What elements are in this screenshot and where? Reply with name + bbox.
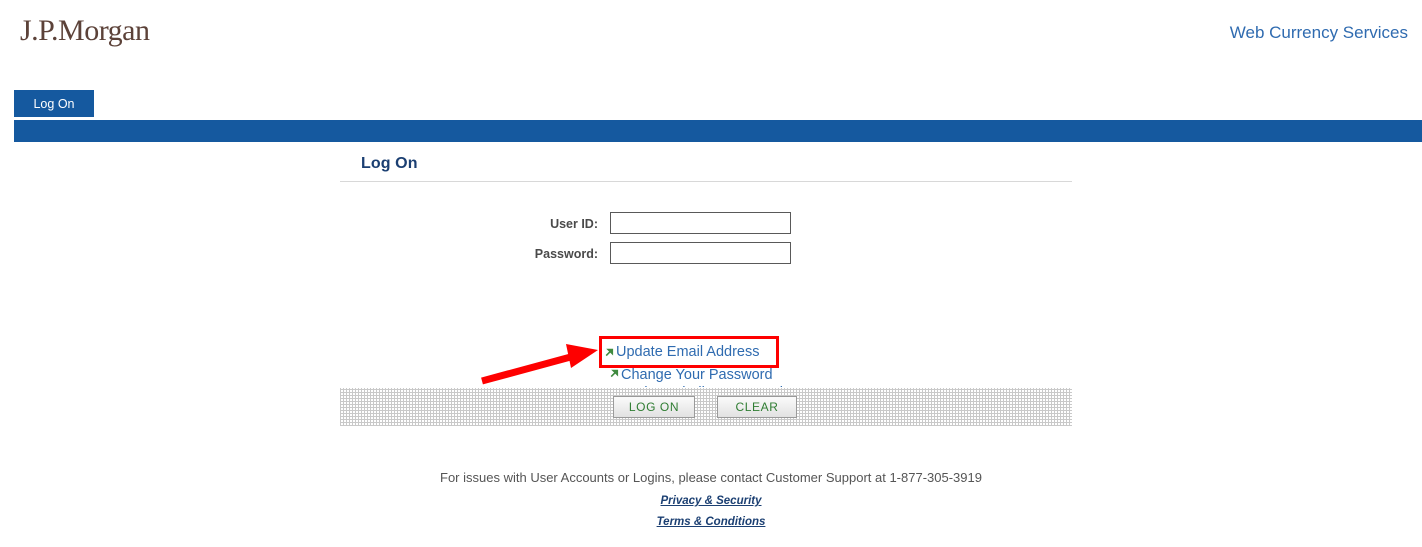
nav-bar [14,120,1422,142]
content-panel: Log On User ID: Password: Forgot Your Pa… [340,152,1072,419]
link-privacy-security[interactable]: Privacy & Security [0,495,1422,507]
support-contact-text: For issues with User Accounts or Logins,… [440,470,982,485]
footer: For issues with User Accounts or Logins,… [0,468,1422,528]
annotation-layer: Update Email Address [0,0,1422,547]
field-row-userid: User ID: [340,212,1072,236]
link-change-password[interactable]: Change Your Password [610,366,1010,384]
brand-header: J.P.Morgan Web Currency Services [0,0,1422,80]
arrow-northeast-icon [610,369,619,378]
tab-logon[interactable]: Log On [14,90,94,117]
link-label: Forgot Your Password? [621,349,772,365]
pointer-arrow-icon [481,344,598,385]
nav-strip: Log On [0,90,1422,146]
link-terms-conditions[interactable]: Terms & Conditions [0,516,1422,528]
app-title: Web Currency Services [1229,23,1408,42]
link-label: Change Your Password [621,367,773,383]
userid-label: User ID: [550,217,598,231]
arrow-northeast-icon [610,351,619,360]
password-label: Password: [534,247,598,261]
field-row-password: Password: [340,242,1072,266]
button-bar: LOG ON CLEAR [340,387,1072,426]
password-input[interactable] [610,242,791,264]
title-divider [340,181,1072,182]
link-forgot-password[interactable]: Forgot Your Password? [610,348,1010,366]
jpmorgan-logo: J.P.Morgan [20,14,150,47]
logon-button[interactable]: LOG ON [613,396,695,418]
userid-input[interactable] [610,212,791,234]
page-title: Log On [361,155,418,172]
clear-button[interactable]: CLEAR [717,396,797,418]
